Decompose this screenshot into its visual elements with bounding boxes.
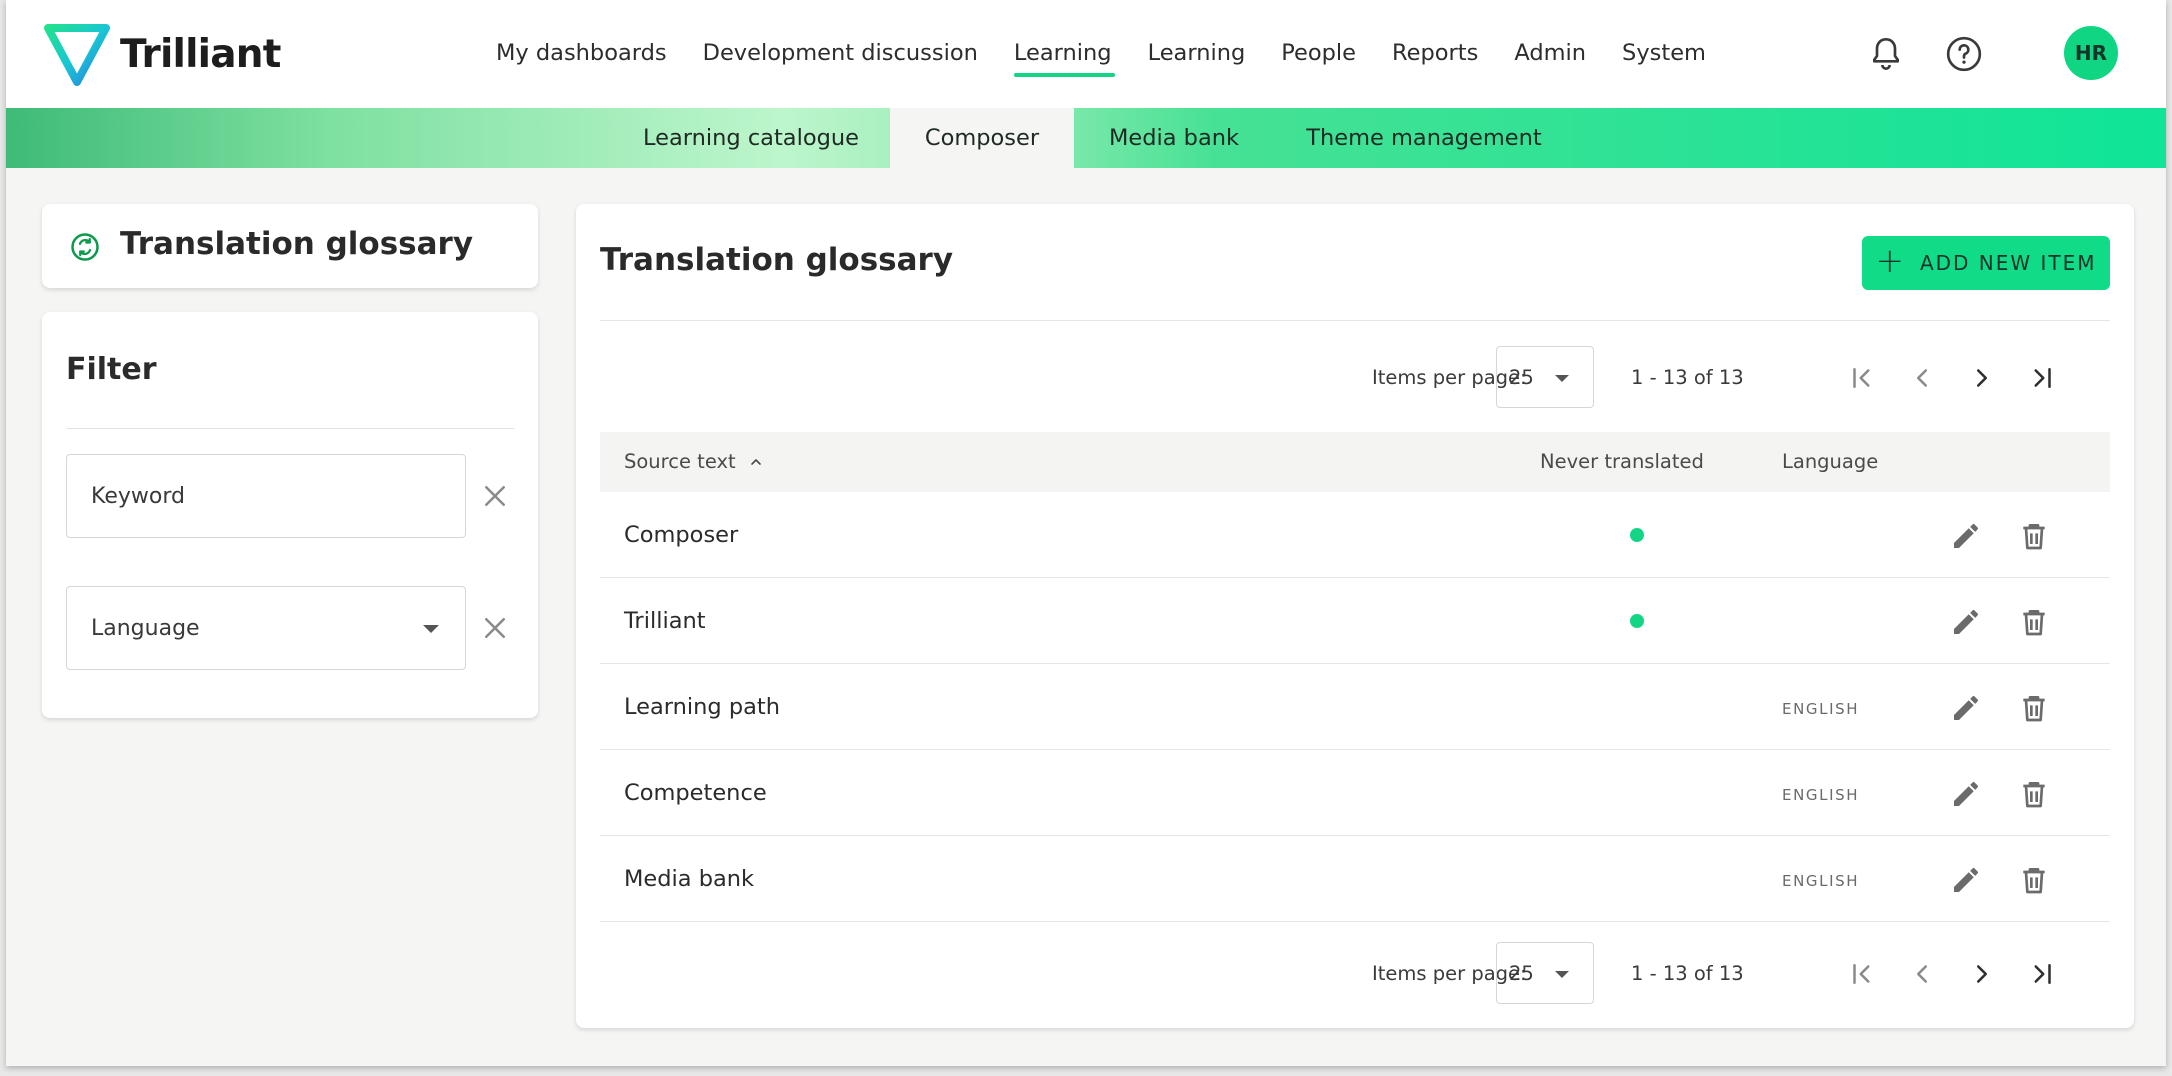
pagination-range: 1 - 13 of 13 — [1631, 962, 1744, 985]
table-row: Trilliant — [600, 578, 2110, 664]
help-circle-icon[interactable] — [1944, 34, 1984, 74]
pagination-bottom: Items per page: 25 1 - 13 of 13 — [1334, 942, 2134, 1004]
edit-pencil-icon[interactable] — [1950, 692, 1982, 724]
main-nav: My dashboards Development discussion Lea… — [496, 40, 1742, 77]
cell-source-text: Media bank — [624, 866, 755, 892]
nav-item-system[interactable]: System — [1622, 40, 1706, 66]
previous-page-icon[interactable] — [1907, 959, 1937, 989]
filter-divider — [66, 428, 514, 429]
user-avatar[interactable]: HR — [2064, 26, 2118, 80]
keyword-input[interactable]: Keyword — [66, 454, 466, 538]
tab-theme-management[interactable]: Theme management — [1274, 108, 1574, 168]
previous-page-icon[interactable] — [1907, 363, 1937, 393]
chevron-down-icon — [423, 625, 439, 633]
cell-source-text: Composer — [624, 522, 739, 548]
items-per-page-value: 25 — [1509, 365, 1534, 389]
brand-logo[interactable]: Trilliant — [42, 22, 281, 86]
column-header-source-text[interactable]: Source text — [624, 450, 764, 473]
first-page-icon[interactable] — [1847, 363, 1877, 393]
nav-item-development-discussion[interactable]: Development discussion — [703, 40, 978, 66]
last-page-icon[interactable] — [2027, 959, 2057, 989]
top-navigation-bar: Trilliant My dashboards Development disc… — [6, 0, 2166, 108]
glossary-panel: Translation glossary + ADD NEW ITEM Item… — [576, 204, 2134, 1028]
cell-source-text: Competence — [624, 780, 767, 806]
chevron-down-icon — [1555, 971, 1569, 978]
clear-keyword-close-icon[interactable] — [480, 481, 510, 511]
tab-media-bank[interactable]: Media bank — [1074, 108, 1274, 168]
last-page-icon[interactable] — [2027, 363, 2057, 393]
clear-language-close-icon[interactable] — [480, 613, 510, 643]
filter-panel: Filter Keyword Language — [42, 312, 538, 718]
edit-pencil-icon[interactable] — [1950, 778, 1982, 810]
nav-item-people[interactable]: People — [1281, 40, 1356, 66]
cell-language: ENGLISH — [1782, 786, 1860, 804]
brand-name: Trilliant — [120, 31, 281, 77]
trilliant-logo-icon — [44, 24, 110, 86]
never-translated-indicator — [1630, 528, 1644, 542]
table-row: Competence ENGLISH — [600, 750, 2110, 836]
table-row: Composer — [600, 492, 2110, 578]
cell-language: ENGLISH — [1782, 872, 1860, 890]
language-select[interactable]: Language — [66, 586, 466, 670]
delete-trash-icon[interactable] — [2018, 864, 2050, 896]
sidebar-title-card: Translation glossary — [42, 204, 538, 288]
items-per-page-value: 25 — [1509, 961, 1534, 985]
translate-cycle-icon — [71, 233, 99, 261]
bell-icon[interactable] — [1866, 34, 1906, 74]
delete-trash-icon[interactable] — [2018, 606, 2050, 638]
delete-trash-icon[interactable] — [2018, 692, 2050, 724]
first-page-icon[interactable] — [1847, 959, 1877, 989]
add-new-item-button[interactable]: + ADD NEW ITEM — [1862, 236, 2110, 290]
delete-trash-icon[interactable] — [2018, 778, 2050, 810]
pagination-top: Items per page: 25 1 - 13 of 13 — [1334, 346, 2134, 408]
header-divider — [600, 320, 2110, 321]
column-header-never-translated: Never translated — [1540, 450, 1704, 473]
column-source-label: Source text — [624, 450, 736, 473]
plus-icon: + — [1875, 241, 1906, 281]
nav-item-learning[interactable]: Learning — [1148, 40, 1246, 66]
edit-pencil-icon[interactable] — [1950, 864, 1982, 896]
nav-item-admin[interactable]: Admin — [1514, 40, 1586, 66]
items-per-page-select[interactable]: 25 — [1496, 942, 1594, 1004]
app-window: Trilliant My dashboards Development disc… — [6, 0, 2166, 1066]
never-translated-indicator — [1630, 614, 1644, 628]
nav-item-my-dashboards[interactable]: My dashboards — [496, 40, 667, 66]
filter-title: Filter — [66, 352, 157, 387]
nav-item-reports[interactable]: Reports — [1392, 40, 1478, 66]
sub-navigation-bar: Learning catalogue Composer Media bank T… — [6, 108, 2166, 168]
cell-source-text: Learning path — [624, 694, 780, 720]
next-page-icon[interactable] — [1967, 363, 1997, 393]
next-page-icon[interactable] — [1967, 959, 1997, 989]
cell-source-text: Trilliant — [624, 608, 706, 634]
edit-pencil-icon[interactable] — [1950, 606, 1982, 638]
delete-trash-icon[interactable] — [2018, 520, 2050, 552]
top-right-actions: HR — [1866, 26, 2166, 82]
table-row: Media bank ENGLISH — [600, 836, 2110, 922]
nav-item-learning-active[interactable]: Learning — [1013, 40, 1115, 77]
add-new-item-label: ADD NEW ITEM — [1919, 251, 2097, 275]
column-header-language: Language — [1782, 450, 1879, 473]
table-header: Source text Never translated Language — [600, 432, 2110, 492]
tab-composer[interactable]: Composer — [890, 108, 1074, 168]
keyword-placeholder: Keyword — [91, 483, 185, 509]
language-placeholder: Language — [91, 615, 200, 641]
cell-language: ENGLISH — [1782, 700, 1860, 718]
edit-pencil-icon[interactable] — [1950, 520, 1982, 552]
page-title: Translation glossary — [600, 242, 954, 278]
sidebar-title: Translation glossary — [120, 226, 474, 262]
table-row: Learning path ENGLISH — [600, 664, 2110, 750]
items-per-page-select[interactable]: 25 — [1496, 346, 1594, 408]
sort-ascending-icon — [750, 458, 761, 465]
chevron-down-icon — [1555, 375, 1569, 382]
tab-learning-catalogue[interactable]: Learning catalogue — [612, 108, 890, 168]
pagination-range: 1 - 13 of 13 — [1631, 366, 1744, 389]
